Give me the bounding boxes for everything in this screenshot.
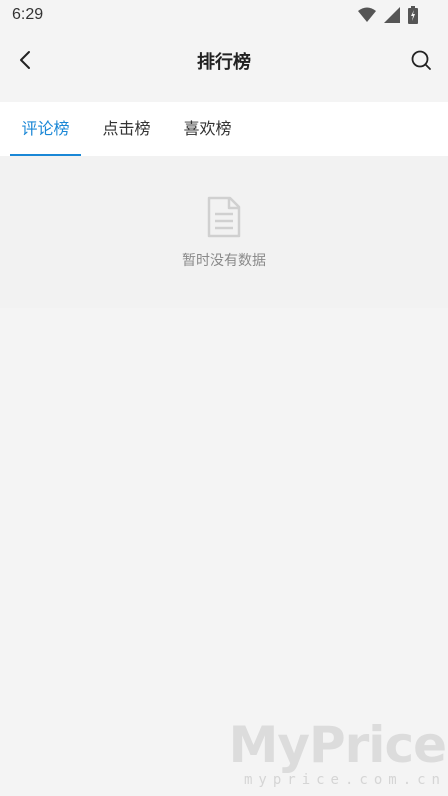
status-bar: 6:29 bbox=[0, 0, 448, 32]
content-area bbox=[0, 308, 448, 796]
search-button[interactable] bbox=[406, 47, 436, 77]
empty-state: 暂时没有数据 bbox=[0, 156, 448, 308]
status-icons bbox=[358, 6, 418, 24]
tab-bar: 评论榜 点击榜 喜欢榜 bbox=[0, 102, 448, 156]
tab-comments[interactable]: 评论榜 bbox=[10, 102, 81, 156]
status-time: 6:29 bbox=[12, 6, 44, 23]
document-icon bbox=[206, 196, 242, 242]
search-icon bbox=[410, 49, 432, 75]
wifi-icon bbox=[358, 7, 376, 23]
tab-likes[interactable]: 喜欢榜 bbox=[172, 102, 243, 156]
app-header: 排行榜 bbox=[0, 32, 448, 90]
empty-message: 暂时没有数据 bbox=[182, 253, 266, 269]
cell-signal-icon bbox=[384, 7, 400, 23]
battery-icon bbox=[408, 6, 418, 24]
page-title: 排行榜 bbox=[197, 52, 251, 73]
tab-clicks[interactable]: 点击榜 bbox=[91, 102, 162, 156]
